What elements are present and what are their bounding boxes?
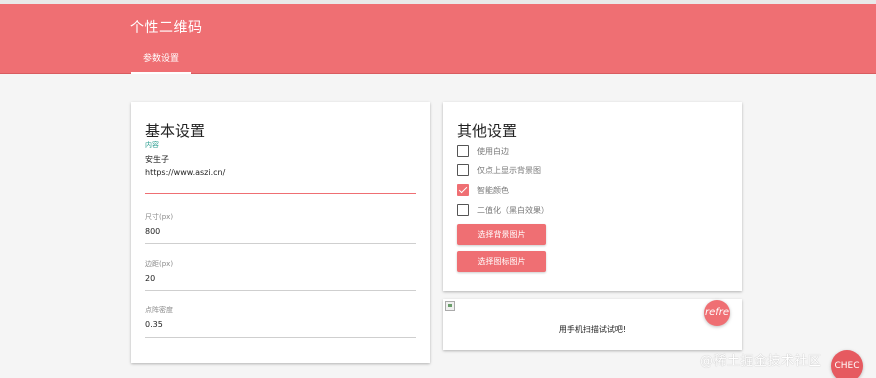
checkbox[interactable] [457,164,469,176]
watermark: @稀土掘金技术社区 [700,354,822,369]
size-label: 尺寸(px) [145,213,174,221]
option-binarize[interactable]: 二值化（黑白效果） [457,204,717,218]
choose-logo-image-button[interactable]: 选择图标图片 [457,251,546,272]
qr-preview-card: refre 用手机扫描试试吧! [443,299,742,350]
checkbox[interactable] [457,145,469,157]
option-label: 智能颜色 [477,186,509,195]
other-settings-card: 其他设置 使用白边 仅点上显示背景图 智能颜色 二值化（黑白效果） 选择背景图片… [443,102,742,291]
checkbox[interactable] [457,204,469,216]
check-button[interactable]: CHEC [831,350,863,378]
app-header: 个性二维码 参数设置 [0,4,876,74]
choose-background-image-button[interactable]: 选择背景图片 [457,224,546,245]
size-field-underline [145,243,416,244]
app-title: 个性二维码 [130,20,203,36]
option-label: 使用白边 [477,147,509,156]
scan-hint: 用手机扫描试试吧! [558,325,627,334]
content-line-2[interactable]: https://www.aszi.cn/ [145,168,225,177]
content-line-1[interactable]: 安生子 [145,154,169,165]
option-smart-color[interactable]: 智能颜色 [457,184,717,198]
margin-field-underline [145,290,416,291]
broken-image-icon [445,301,455,311]
content-label: 内容 [145,141,159,149]
tab-params-label: 参数设置 [142,54,179,64]
tab-params[interactable]: 参数设置 [131,52,191,74]
margin-label: 边距(px) [145,260,174,268]
content-field-underline [145,193,416,194]
refresh-button[interactable]: refre [704,300,730,326]
dot-density-field-underline [145,337,416,338]
active-tab-indicator [131,72,191,74]
dot-density-label: 点阵密度 [145,306,173,314]
checkbox-checked[interactable] [457,184,469,196]
dot-density-input[interactable]: 0.35 [145,320,163,329]
size-input[interactable]: 800 [145,227,160,236]
basic-settings-card: 基本设置 内容 安生子 https://www.aszi.cn/ 尺寸(px) … [131,102,430,363]
basic-settings-title: 基本设置 [145,122,206,140]
other-settings-title: 其他设置 [457,122,518,140]
option-label: 二值化（黑白效果） [477,206,549,215]
option-bg-on-dots[interactable]: 仅点上显示背景图 [457,164,717,178]
option-label: 仅点上显示背景图 [477,166,541,175]
margin-input[interactable]: 20 [145,274,155,283]
option-white-margin[interactable]: 使用白边 [457,145,717,159]
